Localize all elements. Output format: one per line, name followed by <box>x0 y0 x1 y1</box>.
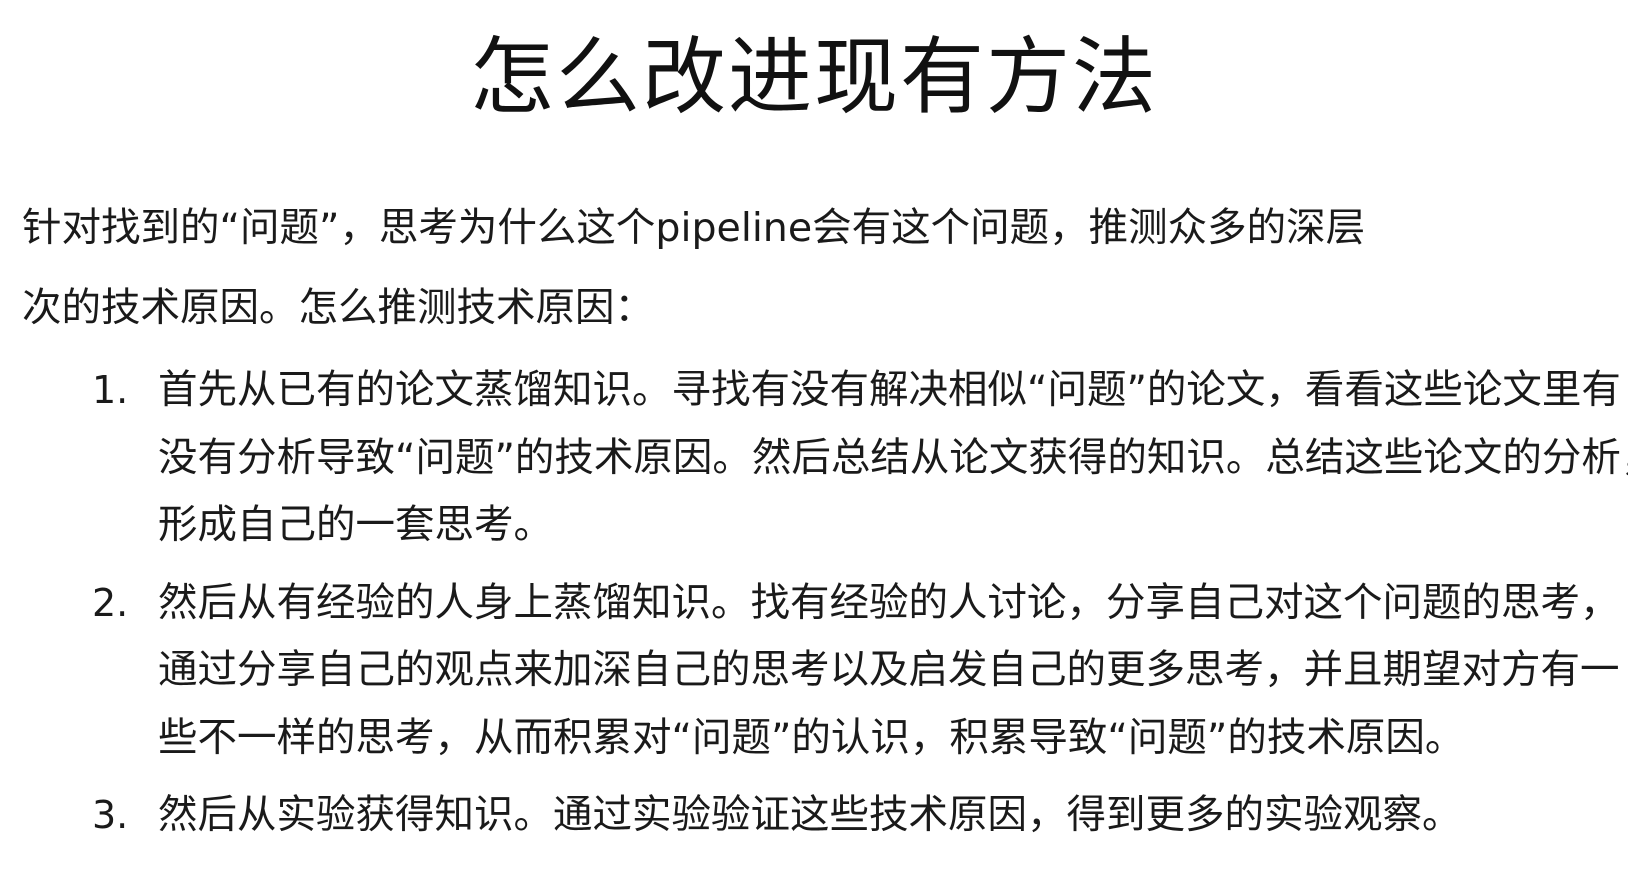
list-item-line: 然后从有经验的人身上蒸馏知识。找有经验的人讨论，分享自己对这个问题的思考， <box>158 580 1620 626</box>
list-item-line: 通过分享自己的观点来加深自己的思考以及启发自己的更多思考，并且期望对方有一 <box>158 647 1620 693</box>
list-item-line: 然后从实验获得知识。通过实验验证这些技术原因，得到更多的实验观察。 <box>158 792 1462 838</box>
intro-line: 次的技术原因。怎么推测技术原因： <box>22 285 654 331</box>
list-item-line: 首先从已有的论文蒸馏知识。寻找有没有解决相似“问题”的论文，看看这些论文里有 <box>158 367 1621 413</box>
list-item-line: 形成自己的一套思考。 <box>158 502 553 548</box>
list-number: 2. <box>92 581 129 625</box>
list-item-line: 没有分析导致“问题”的技术原因。然后总结从论文获得的知识。总结这些论文的分析， <box>158 435 1628 481</box>
slide-title: 怎么改进现有方法 <box>469 28 1158 126</box>
list-number: 1. <box>92 368 129 412</box>
list-number: 3. <box>92 793 129 837</box>
list-item-line: 些不一样的思考，从而积累对“问题”的认识，积累导致“问题”的技术原因。 <box>158 715 1465 761</box>
intro-line: 针对找到的“问题”，思考为什么这个pipeline会有这个问题，推测众多的深层 <box>22 205 1366 251</box>
